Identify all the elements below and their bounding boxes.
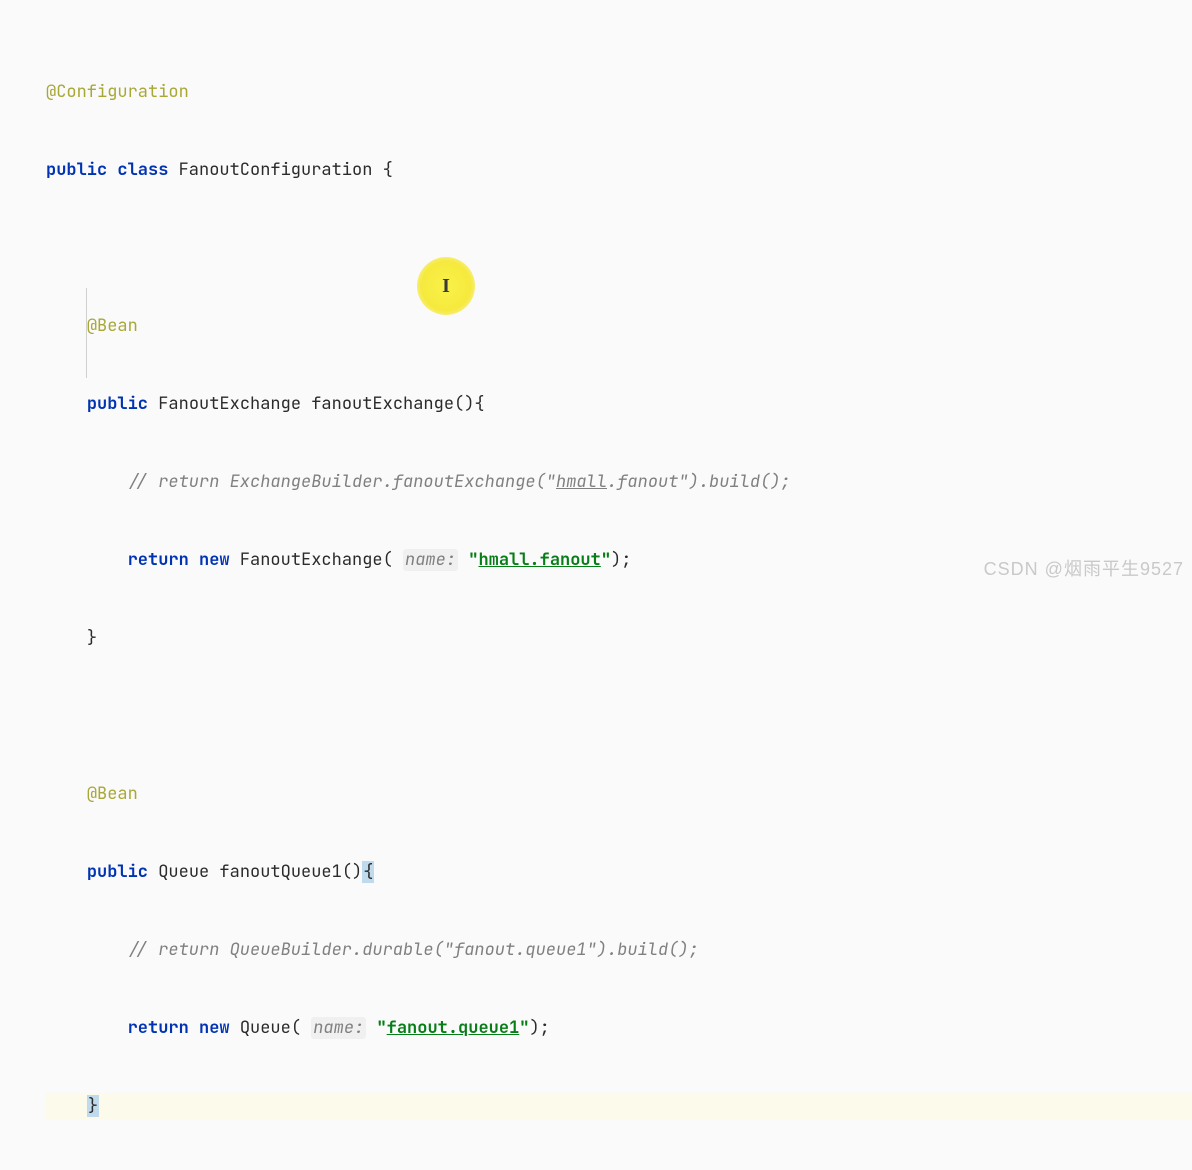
annotation: @Configuration bbox=[46, 81, 189, 103]
brace-match-open: { bbox=[362, 861, 374, 883]
text-cursor-icon: I bbox=[442, 275, 450, 298]
return-type: FanoutExchange bbox=[158, 393, 301, 415]
keyword-public: public bbox=[87, 861, 148, 883]
ctor-call: FanoutExchange( bbox=[240, 549, 393, 571]
brace-match-close: } bbox=[87, 1095, 99, 1117]
keyword-new: new bbox=[199, 549, 230, 571]
tail: ); bbox=[611, 549, 631, 571]
keyword-class: class bbox=[117, 159, 168, 181]
comment: // return QueueBuilder.durable("fanout.q… bbox=[128, 939, 699, 961]
string-literal: "hmall.fanout" bbox=[468, 549, 611, 571]
cursor-highlight-icon: I bbox=[417, 257, 475, 315]
method-name: fanoutQueue1() bbox=[219, 861, 362, 883]
keyword-public: public bbox=[46, 159, 107, 181]
string-literal: "fanout.queue1" bbox=[376, 1017, 529, 1039]
keyword-return: return bbox=[128, 1017, 189, 1039]
watermark-text: CSDN @烟雨平生9527 bbox=[984, 555, 1184, 581]
comment: // return ExchangeBuilder.fanoutExchange… bbox=[128, 471, 791, 493]
keyword-public: public bbox=[87, 393, 148, 415]
ctor-call: Queue( bbox=[240, 1017, 301, 1039]
brace: { bbox=[383, 159, 393, 181]
annotation-bean: @Bean bbox=[87, 783, 138, 805]
param-hint: name: bbox=[311, 1017, 366, 1039]
brace: } bbox=[87, 627, 97, 649]
annotation-bean: @Bean bbox=[87, 315, 138, 337]
keyword-new: new bbox=[199, 1017, 230, 1039]
code-editor[interactable]: @Configuration public class FanoutConfig… bbox=[0, 0, 1192, 1170]
keyword-return: return bbox=[128, 549, 189, 571]
class-name: FanoutConfiguration bbox=[179, 159, 373, 181]
method-name: fanoutExchange(){ bbox=[311, 393, 484, 415]
param-hint: name: bbox=[403, 549, 458, 571]
caret-line-highlight bbox=[46, 1093, 1192, 1119]
return-type: Queue bbox=[158, 861, 209, 883]
tail: ); bbox=[529, 1017, 549, 1039]
